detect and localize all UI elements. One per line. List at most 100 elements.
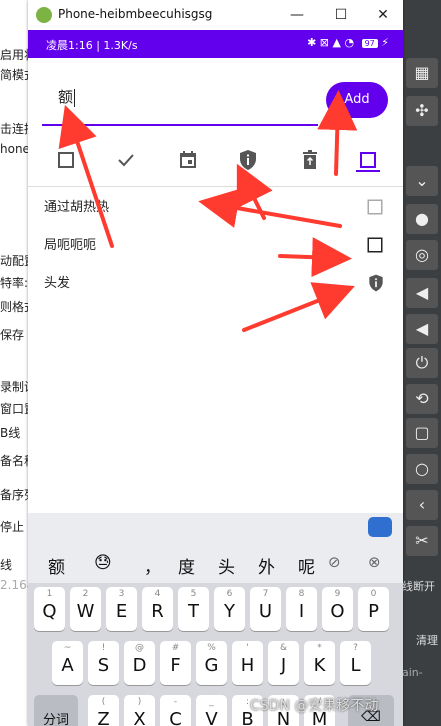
link-icon[interactable]: ⊘ [328, 553, 341, 571]
key[interactable]: 6Y [214, 587, 245, 631]
bg-text: 备序列 [0, 488, 30, 502]
volume-icon[interactable]: ◀ [406, 314, 438, 344]
battery-icon: 97 [361, 39, 378, 48]
background-toolbar-right: ▦ ✣ ⌄ ● ◎ ◀ ◀ ⏻ ⟲ ▢ ○ ‹ ✂ 线断开 清理 ain- [402, 0, 441, 726]
key-sub: _ [209, 697, 214, 707]
key-main: P [368, 601, 379, 622]
rotate-icon[interactable]: ⟲ [406, 384, 438, 414]
candidate[interactable]: 外 [258, 553, 275, 578]
key-sub: * [317, 643, 322, 653]
key[interactable]: 5T [178, 587, 209, 631]
home-icon[interactable]: ○ [406, 454, 438, 484]
checkbox-outline-icon[interactable] [366, 236, 384, 254]
key-sub: 0 [370, 589, 377, 599]
key[interactable]: 4R [142, 587, 173, 631]
key[interactable]: -C [160, 695, 191, 726]
key-sub: - [173, 697, 178, 707]
app-content: 额 Add 通过胡热热 局呃呃呃 头发 [28, 58, 403, 513]
key-sub: ! [101, 643, 106, 653]
key[interactable]: & J [268, 641, 299, 685]
candidate[interactable]: 呢 [298, 553, 315, 578]
calendar-icon[interactable] [176, 148, 200, 172]
key[interactable]: ? L [340, 641, 371, 685]
key[interactable]: % G [196, 641, 227, 685]
key[interactable]: 2W [70, 587, 101, 631]
bg-text: 击连接 [0, 122, 30, 136]
key-row-1: 1Q 2W 3E 4R 5T 6Y 7U 8I 9O 0P [28, 587, 403, 633]
candidate[interactable]: 度 [178, 553, 195, 578]
add-button[interactable]: Add [326, 82, 388, 118]
volume-icon[interactable]: ◀ [406, 278, 438, 308]
divider [28, 186, 403, 187]
key[interactable]: ! S [88, 641, 119, 685]
bg-text: 停止 [0, 520, 25, 534]
key[interactable]: _ V [196, 695, 227, 726]
power-icon[interactable]: ⏻ [406, 348, 438, 378]
close-button[interactable]: ✕ [369, 4, 397, 26]
bg-text: 2.168 [0, 578, 30, 592]
eye-off-icon[interactable]: ◎ [406, 240, 438, 270]
key-sub: 5 [190, 589, 197, 599]
key-sub: 7 [262, 589, 269, 599]
key-main: D [132, 655, 147, 676]
key[interactable]: 9O [322, 587, 353, 631]
key[interactable]: ) X [124, 695, 155, 726]
key-main: R [151, 601, 164, 622]
todo-input[interactable]: 额 [58, 86, 76, 107]
keyboard-assistant-icon[interactable] [368, 517, 392, 537]
chevron-down-icon[interactable]: ⌄ [406, 166, 438, 196]
checkbox-light-icon[interactable] [366, 198, 384, 216]
candidate[interactable]: 头 [218, 553, 235, 578]
candidate[interactable]: 额 [48, 553, 65, 578]
key[interactable]: @ D [124, 641, 155, 685]
check-icon[interactable] [114, 148, 138, 172]
fenci-key[interactable]: 分词 [34, 695, 78, 726]
record-icon[interactable]: ● [406, 204, 438, 234]
key[interactable]: # F [160, 641, 191, 685]
key[interactable]: 3E [106, 587, 137, 631]
key[interactable]: 0P [358, 587, 389, 631]
minimize-button[interactable]: — [283, 4, 311, 26]
candidate[interactable]: ， [144, 553, 161, 578]
square-icon[interactable]: ▢ [406, 418, 438, 448]
key[interactable]: (Z [88, 695, 119, 726]
key[interactable]: * K [304, 641, 335, 685]
key-main: V [205, 709, 218, 726]
checkbox-outline-icon[interactable] [54, 148, 78, 172]
delete-icon[interactable] [298, 148, 322, 172]
key[interactable]: ~ A [52, 641, 83, 685]
close-icon[interactable]: ⊗ [368, 553, 381, 571]
key-sub: 2 [82, 589, 89, 599]
status-icons-glyphs: ✱ ⊠ ▲ ◔ [307, 36, 355, 49]
bg-text: 特率: [0, 276, 29, 290]
key-main: U [258, 601, 273, 622]
android-statusbar: 凌晨1:16 | 1.3K/s ✱ ⊠ ▲ ◔ 97 ⚡ [28, 30, 403, 58]
key[interactable]: ' H [232, 641, 263, 685]
tool-icon[interactable]: ▦ [406, 58, 438, 88]
key-sub: 6 [226, 589, 233, 599]
key[interactable]: 8I [286, 587, 317, 631]
maximize-button[interactable]: ☐ [327, 4, 355, 26]
tool-icon[interactable]: ✣ [406, 96, 438, 126]
key[interactable]: 7U [250, 587, 281, 631]
back-icon[interactable]: ‹ [406, 490, 438, 520]
shield-info-icon[interactable] [366, 272, 386, 294]
key-sub: & [279, 643, 288, 653]
background-window-left: 启用将 简模式 击连接 hone 动配置 特率: 则格式 保存 录制设 窗口置 … [0, 0, 30, 726]
checkbox-outline-selected-icon[interactable] [356, 148, 380, 172]
key-main: H [240, 655, 255, 676]
text-cursor [74, 88, 76, 107]
key[interactable]: 1Q [34, 587, 65, 631]
key-sub: % [207, 643, 216, 653]
scissors-icon[interactable]: ✂ [406, 526, 438, 556]
key-main: G [204, 655, 219, 676]
candidate[interactable]: 😓 [94, 553, 112, 573]
key-main: O [330, 601, 345, 622]
key-sub: 1 [46, 589, 53, 599]
filter-toolbar [28, 142, 403, 178]
shield-info-icon[interactable] [236, 148, 260, 172]
list-item-text: 通过胡热热 [44, 200, 110, 215]
key-main: Y [224, 601, 235, 622]
key-sub: @ [135, 643, 144, 653]
key-sub: 9 [334, 589, 341, 599]
